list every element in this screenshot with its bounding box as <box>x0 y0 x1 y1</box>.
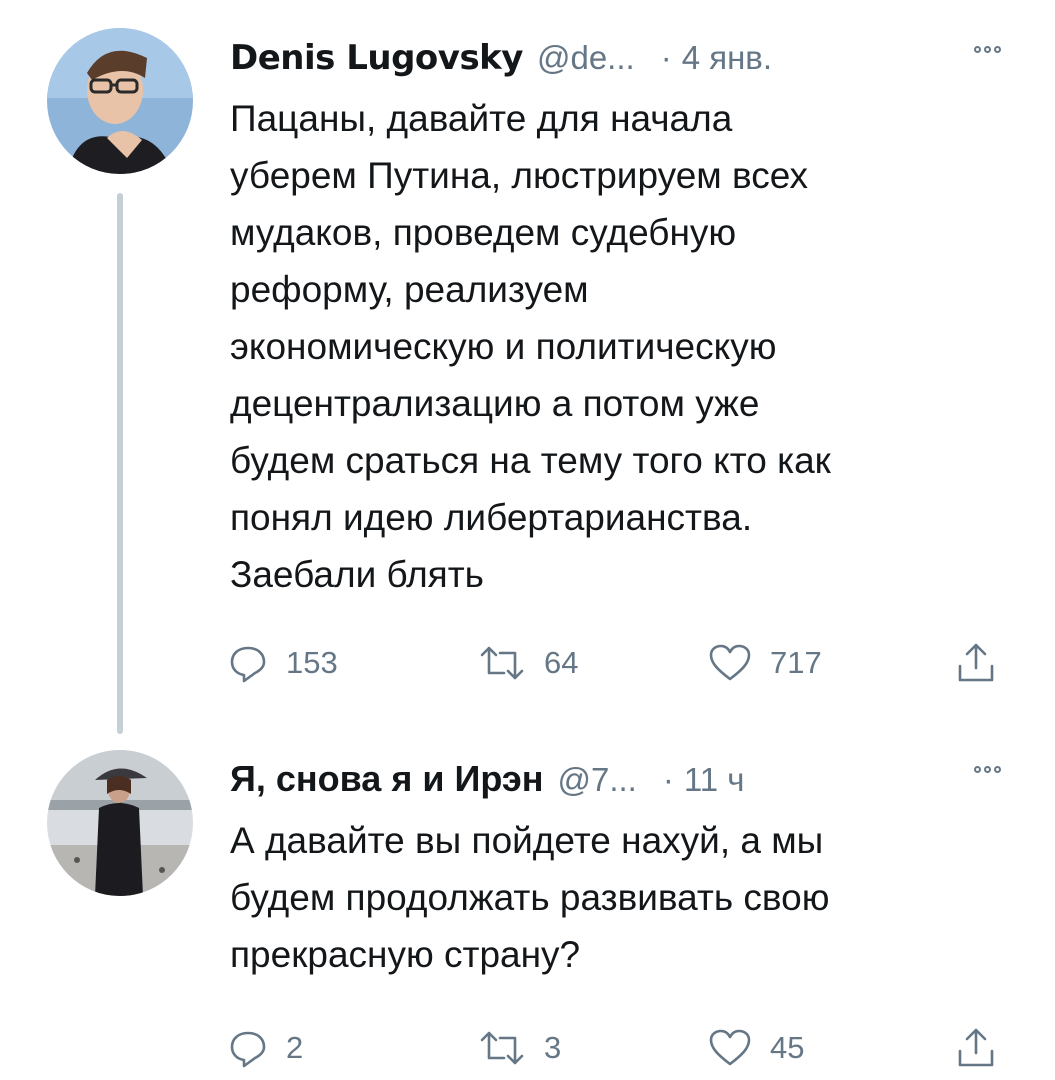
author-name[interactable]: Denis Lugovsky <box>230 38 523 78</box>
like-button[interactable]: 717 <box>708 638 822 688</box>
retweet-count: 3 <box>544 1030 562 1065</box>
author-handle[interactable]: @de... <box>537 39 635 77</box>
tweet-text: Пацаны, давайте для начала уберем Путина… <box>230 90 1020 603</box>
reply-count: 153 <box>286 645 338 680</box>
author-handle[interactable]: @7... <box>557 761 636 799</box>
like-count: 717 <box>770 645 822 680</box>
tweet-text-line: будем сраться на тему того кто как <box>230 440 831 481</box>
tweet-text-line: Пацаны, давайте для начала <box>230 98 733 139</box>
more-icon[interactable] <box>974 766 1001 773</box>
share-button[interactable] <box>956 638 996 688</box>
reply-button[interactable]: 2 <box>228 1023 303 1073</box>
share-button[interactable] <box>956 1023 996 1073</box>
reply-count: 2 <box>286 1030 304 1065</box>
more-icon[interactable] <box>974 46 1001 53</box>
tweet-header: Denis Lugovsky @de... · 4 янв. <box>230 38 1015 78</box>
retweet-button[interactable]: 3 <box>478 1023 561 1073</box>
tweet-header: Я, снова я и Ирэн @7... · 11 ч <box>230 758 1015 800</box>
like-button[interactable]: 45 <box>708 1023 804 1073</box>
tweet-text-line: децентрализацию а потом уже <box>230 383 760 424</box>
tweet[interactable]: Denis Lugovsky @de... · 4 янв. Пацаны, д… <box>0 0 1055 740</box>
author-name[interactable]: Я, снова я и Ирэн <box>230 758 543 800</box>
timestamp[interactable]: 4 янв. <box>682 39 772 77</box>
tweet-text-line: реформу, реализуем <box>230 269 589 310</box>
action-bar: 2 3 45 <box>0 1023 1055 1073</box>
reply-icon <box>228 643 268 683</box>
like-icon <box>708 643 752 683</box>
retweet-icon <box>478 1028 526 1068</box>
action-bar: 153 64 717 <box>0 638 1055 688</box>
tweet-text: А давайте вы пойдете нахуй, а мы будем п… <box>230 812 1020 983</box>
share-icon <box>956 642 996 684</box>
like-icon <box>708 1028 752 1068</box>
tweet[interactable]: Я, снова я и Ирэн @7... · 11 ч А давайте… <box>0 740 1055 1080</box>
tweet-text-line: будем продолжать развивать свою <box>230 877 830 918</box>
reply-button[interactable]: 153 <box>228 638 338 688</box>
retweet-button[interactable]: 64 <box>478 638 578 688</box>
separator: · <box>662 761 674 798</box>
like-count: 45 <box>770 1030 805 1065</box>
tweet-text-line: экономическую и политическую <box>230 326 777 367</box>
retweet-icon <box>478 643 526 683</box>
retweet-count: 64 <box>544 645 579 680</box>
tweet-text-line: мудаков, проведем судебную <box>230 212 737 253</box>
share-icon <box>956 1027 996 1069</box>
tweet-text-line: уберем Путина, люстрируем всех <box>230 155 808 196</box>
tweet-text-line: А давайте вы пойдете нахуй, а мы <box>230 820 824 861</box>
timestamp[interactable]: 11 ч <box>684 761 745 799</box>
avatar[interactable] <box>47 750 193 896</box>
tweet-text-line: Заебали блять <box>230 554 484 595</box>
tweet-text-line: понял идею либертарианства. <box>230 497 753 538</box>
reply-icon <box>228 1028 268 1068</box>
separator: · <box>660 39 672 76</box>
tweet-text-line: прекрасную страну? <box>230 934 581 975</box>
avatar[interactable] <box>47 28 193 174</box>
